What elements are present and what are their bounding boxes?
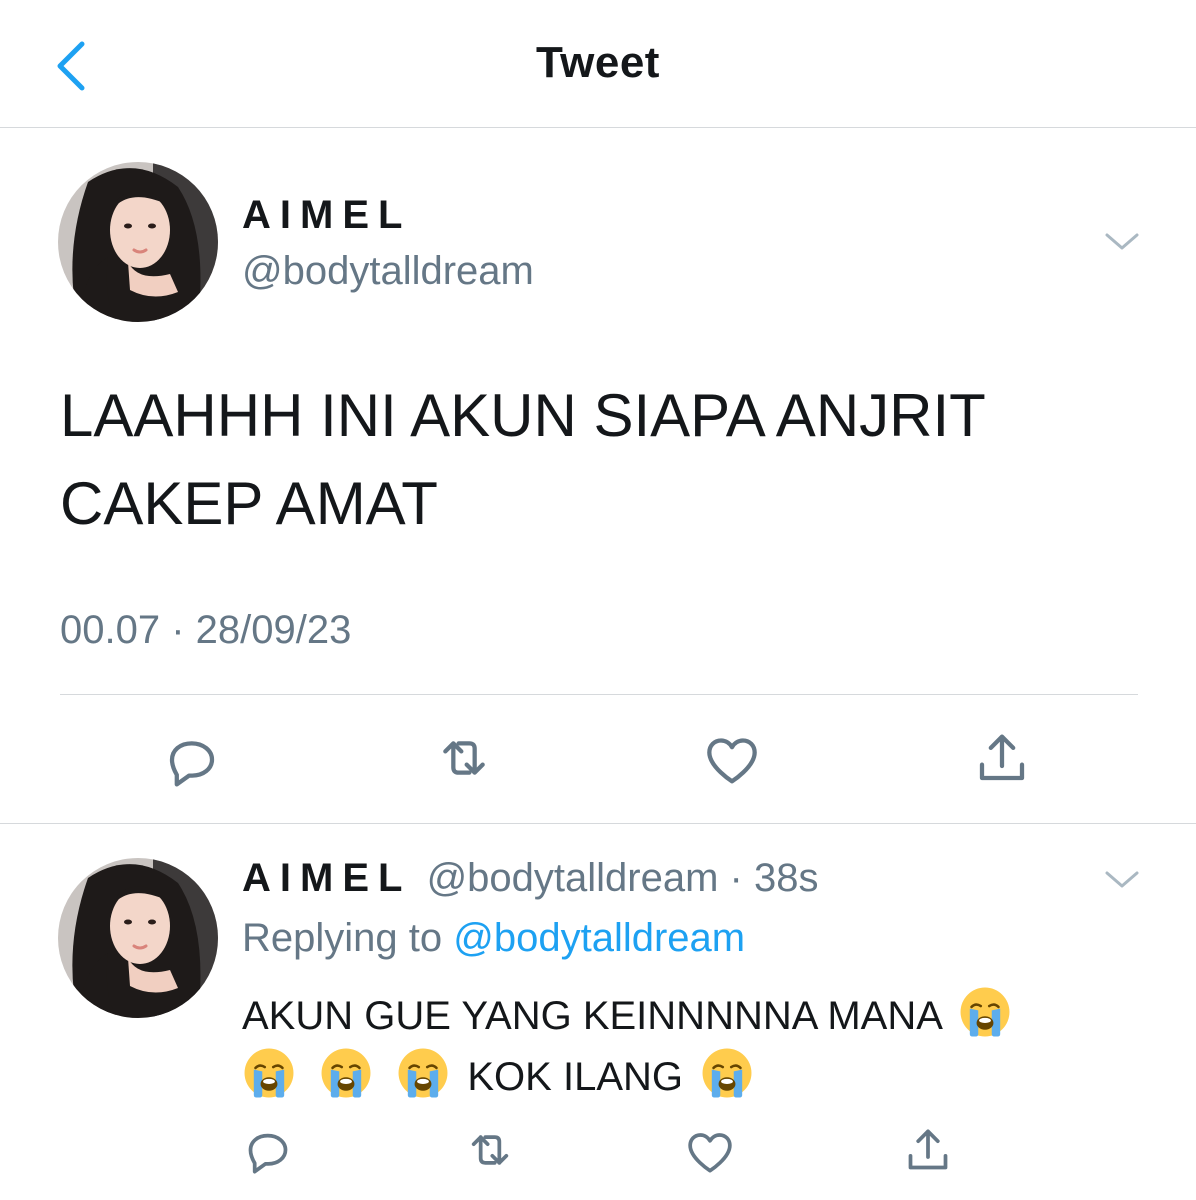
retweet-icon bbox=[432, 726, 496, 790]
replying-handle-link[interactable]: @bodytalldream bbox=[453, 916, 745, 960]
retweet-button[interactable] bbox=[432, 726, 496, 790]
tweet-options-button[interactable] bbox=[1102, 226, 1142, 256]
navigation-bar: Tweet bbox=[0, 0, 1196, 128]
tweet-text: LAAHHH INI AKUN SIAPA ANJRIT CAKEP AMAT bbox=[60, 372, 1140, 548]
reply-like-button[interactable] bbox=[682, 1124, 738, 1180]
reply-avatar[interactable] bbox=[58, 858, 218, 1018]
retweet-icon bbox=[462, 1122, 518, 1178]
divider bbox=[60, 694, 1138, 695]
reply-icon bbox=[240, 1124, 296, 1180]
page-title: Tweet bbox=[536, 38, 660, 87]
separator-dot: · bbox=[729, 856, 743, 900]
like-icon bbox=[700, 728, 764, 792]
reply-author-name[interactable]: AIMEL bbox=[242, 856, 411, 900]
reply-text-part: KOK ILANG bbox=[467, 1055, 683, 1099]
reply-author-handle[interactable]: @bodytalldream bbox=[427, 856, 719, 900]
chevron-down-icon bbox=[1105, 871, 1139, 888]
share-icon bbox=[900, 1122, 956, 1178]
like-icon bbox=[682, 1124, 738, 1180]
loudly-crying-face-icon bbox=[396, 1046, 450, 1100]
replying-prefix: Replying to bbox=[242, 916, 443, 960]
tweet-text-line: CAKEP AMAT bbox=[60, 470, 438, 537]
loudly-crying-face-icon bbox=[242, 1046, 296, 1100]
chevron-down-icon bbox=[1105, 233, 1139, 250]
reply-header: AIMEL @bodytalldream · 38s bbox=[242, 856, 819, 901]
share-icon bbox=[970, 726, 1034, 790]
reply-share-button[interactable] bbox=[900, 1122, 956, 1178]
loudly-crying-face-icon bbox=[958, 985, 1012, 1039]
author-name[interactable]: AIMEL bbox=[242, 193, 411, 238]
author-handle[interactable]: @bodytalldream bbox=[242, 249, 534, 294]
loudly-crying-face-icon bbox=[319, 1046, 373, 1100]
tweet-timestamp[interactable]: 00.07 · 28/09/23 bbox=[60, 608, 351, 653]
reply-options-button[interactable] bbox=[1102, 864, 1142, 894]
reply-retweet-button[interactable] bbox=[462, 1122, 518, 1178]
section-divider bbox=[0, 823, 1196, 824]
reply-button[interactable] bbox=[160, 730, 224, 794]
reply-text: AKUN GUE YANG KEINNNNNA MANA KOK ILANG bbox=[242, 985, 1142, 1107]
like-button[interactable] bbox=[700, 728, 764, 792]
replying-to: Replying to @bodytalldream bbox=[242, 916, 745, 961]
loudly-crying-face-icon bbox=[700, 1046, 754, 1100]
reply-text-part: AKUN GUE YANG KEINNNNNA MANA bbox=[242, 994, 941, 1038]
reply-icon bbox=[160, 730, 224, 794]
reply-reply-button[interactable] bbox=[240, 1124, 296, 1180]
reply-age: 38s bbox=[754, 856, 819, 900]
avatar[interactable] bbox=[58, 162, 218, 322]
tweet-text-line: LAAHHH INI AKUN SIAPA ANJRIT bbox=[60, 382, 986, 449]
share-button[interactable] bbox=[970, 726, 1034, 790]
